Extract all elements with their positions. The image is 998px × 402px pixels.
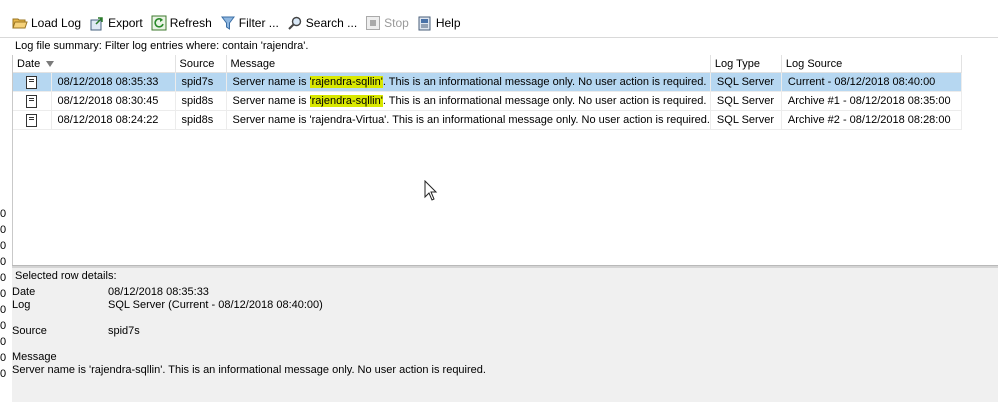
search-highlight: 'rajendra-sqllin' — [309, 95, 383, 107]
details-log-value: SQL Server (Current - 08/12/2018 08:40:0… — [108, 299, 323, 311]
load-log-button[interactable]: Load Log — [12, 14, 81, 32]
column-header-source[interactable]: Source — [175, 55, 227, 73]
refresh-label: Refresh — [169, 16, 212, 30]
sort-desc-icon — [46, 60, 55, 67]
details-source-label: Source — [12, 325, 47, 337]
details-source-value: spid7s — [108, 325, 140, 337]
edge-digit: 0 — [0, 224, 7, 236]
log-entry-icon — [26, 75, 38, 89]
export-icon — [89, 15, 105, 31]
load-log-label: Load Log — [31, 16, 82, 30]
edge-digit: 0 — [0, 304, 7, 316]
cell-message: Server name is 'rajendra-sqllin'. This i… — [226, 91, 711, 111]
filter-label: Filter ... — [238, 16, 279, 30]
edge-digit: 0 — [0, 240, 7, 252]
edge-digit: 0 — [0, 288, 7, 300]
cell-log-type: SQL Server — [710, 91, 782, 111]
log-grid: Date Source Message Log Type Log Source … — [12, 55, 998, 265]
cell-source: spid8s — [175, 110, 227, 130]
filter-icon — [220, 15, 236, 31]
edge-digit: 0 — [0, 368, 7, 380]
log-table: Date Source Message Log Type Log Source … — [13, 55, 962, 130]
row-icon-cell — [13, 72, 52, 92]
cell-source: spid8s — [175, 91, 227, 111]
log-entry-icon — [26, 94, 38, 108]
cell-log-source: Archive #1 - 08/12/2018 08:35:00 — [781, 91, 962, 111]
help-button[interactable]: Help — [417, 14, 461, 32]
cell-source: spid7s — [175, 72, 227, 92]
cell-message: Server name is 'rajendra-sqllin'. This i… — [226, 72, 711, 92]
column-header-log-type[interactable]: Log Type — [710, 55, 782, 73]
stop-label: Stop — [384, 16, 409, 30]
cell-date: 08/12/2018 08:35:33 — [51, 72, 176, 92]
message-text: Server name is — [232, 76, 310, 88]
row-icon-cell — [13, 91, 52, 111]
cell-log-type: SQL Server — [710, 72, 782, 92]
table-row[interactable]: 08/12/2018 08:30:45 spid8s Server name i… — [13, 91, 962, 111]
row-icon-cell — [13, 110, 52, 130]
cell-date: 08/12/2018 08:24:22 — [51, 110, 176, 130]
message-text: Server name is — [232, 95, 310, 107]
edge-digit: 0 — [0, 272, 7, 284]
stop-icon — [365, 15, 381, 31]
column-label-date: Date — [17, 57, 41, 70]
details-log-label: Log — [12, 299, 31, 311]
stop-button[interactable]: Stop — [365, 14, 409, 32]
search-button[interactable]: Search ... — [287, 14, 357, 32]
cell-log-source: Archive #2 - 08/12/2018 08:28:00 — [781, 110, 962, 130]
toolbar: Load Log Export Refresh Filter ... Searc… — [0, 0, 998, 38]
column-header-log-source[interactable]: Log Source — [781, 55, 962, 73]
refresh-icon — [151, 15, 167, 31]
message-text: Server name is 'rajendra-Virtua'. This i… — [232, 114, 710, 126]
details-date-value: 08/12/2018 08:35:33 — [108, 286, 209, 298]
edge-digit: 0 — [0, 336, 7, 348]
message-text: . This is an informational message only.… — [382, 95, 707, 107]
folder-open-icon — [12, 15, 28, 31]
column-header-message[interactable]: Message — [226, 55, 711, 73]
edge-digit: 0 — [0, 208, 7, 220]
selected-row-details: Selected row details: Date 08/12/2018 08… — [12, 268, 998, 402]
column-header-date[interactable]: Date — [13, 55, 176, 73]
details-message-value: Server name is 'rajendra-sqllin'. This i… — [12, 364, 486, 376]
mouse-cursor-icon — [424, 180, 438, 201]
cell-date: 08/12/2018 08:30:45 — [51, 91, 176, 111]
log-summary: Log file summary: Filter log entries whe… — [15, 40, 309, 52]
details-heading: Selected row details: — [15, 270, 117, 282]
edge-digit: 0 — [0, 256, 7, 268]
search-highlight: 'rajendra-sqllin' — [309, 76, 383, 88]
details-message-label: Message — [12, 351, 57, 363]
search-icon — [287, 15, 303, 31]
export-button[interactable]: Export — [89, 14, 143, 32]
grid-header-row: Date Source Message Log Type Log Source — [13, 55, 962, 73]
message-text: . This is an informational message only.… — [382, 76, 707, 88]
edge-digit: 0 — [0, 352, 7, 364]
filter-button[interactable]: Filter ... — [220, 14, 279, 32]
cell-message: Server name is 'rajendra-Virtua'. This i… — [226, 110, 711, 130]
edge-digit: 0 — [0, 320, 7, 332]
cell-log-source: Current - 08/12/2018 08:40:00 — [781, 72, 962, 92]
help-book-icon — [417, 15, 433, 31]
details-date-label: Date — [12, 286, 36, 298]
search-label: Search ... — [305, 16, 358, 30]
table-row[interactable]: 08/12/2018 08:35:33 spid7s Server name i… — [13, 72, 962, 92]
left-panel-edge: 0 0 0 0 0 0 0 0 0 0 0 — [0, 38, 12, 402]
export-label: Export — [108, 16, 143, 30]
cell-log-type: SQL Server — [710, 110, 782, 130]
log-entry-icon — [26, 113, 38, 127]
refresh-button[interactable]: Refresh — [151, 14, 212, 32]
table-row[interactable]: 08/12/2018 08:24:22 spid8s Server name i… — [13, 110, 962, 130]
help-label: Help — [435, 16, 461, 30]
toolbar-buttons: Load Log Export Refresh Filter ... Searc… — [12, 14, 469, 32]
